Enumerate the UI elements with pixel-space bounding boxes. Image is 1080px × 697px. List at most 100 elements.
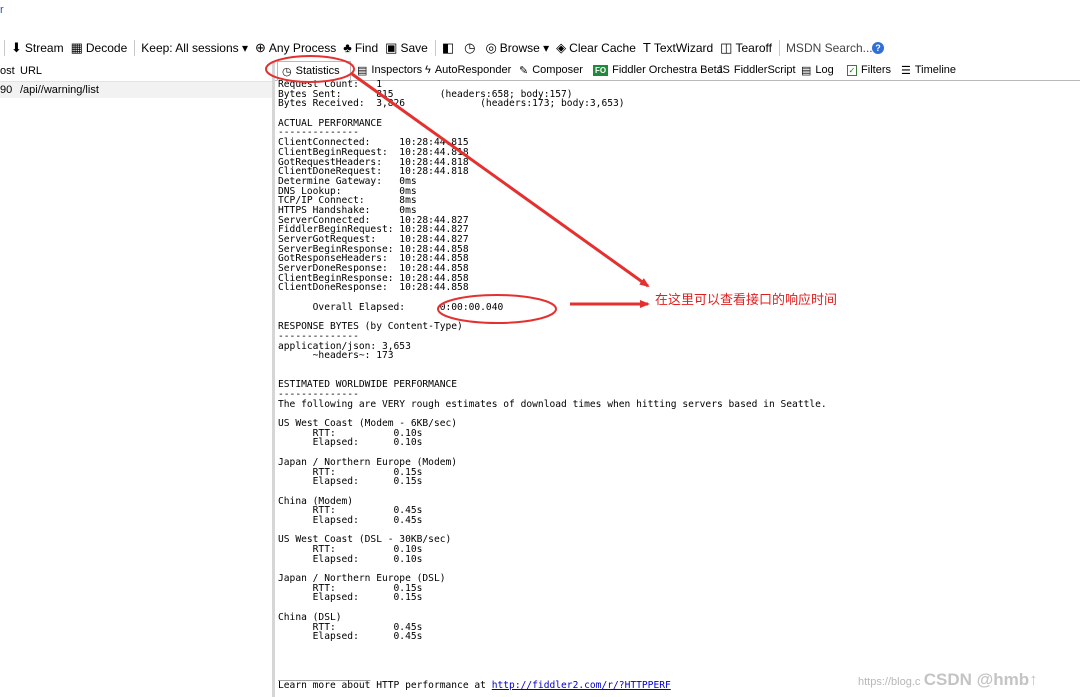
stat-line: Elapsed: 0.45s xyxy=(278,631,423,643)
checkbox-icon: ✓ xyxy=(847,64,858,76)
column-url[interactable]: URL xyxy=(20,65,42,77)
stream-button[interactable]: ⬇ Stream xyxy=(11,41,64,55)
save-button[interactable]: ▣ Save xyxy=(385,41,428,55)
stat-line: RESPONSE BYTES (by Content-Type) xyxy=(278,321,463,333)
statistics-panel: Request Count: 1 Bytes Sent: 815 (headers… xyxy=(278,80,1078,697)
title-strip: r xyxy=(0,0,1080,36)
toolbar-separator xyxy=(778,40,780,56)
timer-button[interactable]: ◷ xyxy=(464,40,478,55)
tab-statistics[interactable]: ◷ Statistics xyxy=(277,61,351,81)
binoculars-icon: ♣ xyxy=(343,40,352,55)
msdn-search-input[interactable]: MSDN Search... xyxy=(786,41,873,55)
stat-line: ESTIMATED WORLDWIDE PERFORMANCE xyxy=(278,379,458,391)
toolbar-separator xyxy=(134,40,136,56)
tab-log-label: Log xyxy=(815,64,834,76)
watermark-site: https://blog.c xyxy=(858,676,921,688)
eraser-icon: ◈ xyxy=(556,40,567,55)
stat-line: Bytes Received: 3,826 (headers:173; body… xyxy=(278,98,625,110)
tearoff-button[interactable]: ◫ Tearoff xyxy=(720,41,772,55)
toolbar-separator xyxy=(434,40,436,56)
stat-line: Elapsed: 0.10s xyxy=(278,553,423,565)
stream-icon: ⬇ xyxy=(11,40,22,55)
tab-log[interactable]: ▤ Log xyxy=(797,61,841,79)
timeline-icon: ☰ xyxy=(901,64,911,77)
tab-inspectors-label: Inspectors xyxy=(371,64,423,76)
crosshair-icon: ⊕ xyxy=(255,40,266,55)
timer-icon: ◷ xyxy=(464,40,476,55)
keep-sessions-label: Keep: All sessions ▾ xyxy=(141,41,249,55)
inspector-tabs: ◷ Statistics ▤ Inspectors ϟ AutoResponder ✎ Com… xyxy=(275,61,1080,81)
stat-line: ACTUAL PERFORMANCE xyxy=(278,117,382,129)
stream-label: Stream xyxy=(24,41,64,55)
title-stub: r xyxy=(0,4,4,16)
script-icon: JS xyxy=(717,64,730,76)
keep-sessions-dropdown[interactable]: Keep: All sessions ▾ xyxy=(141,41,248,55)
fo-icon: FO xyxy=(593,64,609,76)
performance-link[interactable]: http://fiddler2.com/r/?HTTPPERF xyxy=(492,680,671,691)
decode-icon: ▦ xyxy=(70,40,83,55)
decode-label: Decode xyxy=(85,41,128,55)
save-icon: ▣ xyxy=(385,40,398,55)
session-row[interactable]: 90 /api//warning/list xyxy=(0,82,272,98)
stat-line: application/json: 3,653 xyxy=(278,340,411,352)
decode-button[interactable]: ▦ Decode xyxy=(71,41,128,55)
stat-line xyxy=(278,603,1078,613)
screenshot-button[interactable]: ◧ xyxy=(441,40,457,55)
stat-line: ~headers~: 173 xyxy=(278,350,394,362)
tab-autoresponder-label: AutoResponder xyxy=(434,64,512,76)
watermark-brand: CSDN @hmb↑ xyxy=(923,670,1038,689)
textwizard-icon: T xyxy=(642,40,651,55)
camera-icon: ◧ xyxy=(441,40,455,55)
tearoff-icon: ◫ xyxy=(720,40,733,55)
annotation-text: 在这里可以查看接口的响应时间 xyxy=(655,292,838,307)
footer-prefix: Learn more about HTTP performance at xyxy=(278,679,492,691)
textwizard-label: TextWizard xyxy=(653,41,714,55)
stat-line xyxy=(278,487,1078,497)
tab-fiddler-orchestra[interactable]: FO Fiddler Orchestra Beta xyxy=(589,61,723,79)
session-row-host: 90 xyxy=(0,84,13,96)
tab-autoresponder[interactable]: ϟ AutoResponder xyxy=(421,61,513,79)
log-icon: ▤ xyxy=(801,64,812,77)
any-process-label: Any Process xyxy=(268,41,337,55)
session-list-header: ost URL xyxy=(0,61,272,82)
clear-cache-button[interactable]: ◈ Clear Cache xyxy=(556,41,636,55)
textwizard-button[interactable]: T TextWizard xyxy=(643,41,713,55)
stat-line xyxy=(278,642,1078,652)
tab-fiddlerscript-label: FiddlerScript xyxy=(733,64,796,76)
stat-line: Elapsed: 0.45s xyxy=(278,514,423,526)
stat-line: Elapsed: 0.10s xyxy=(278,437,423,449)
main-toolbar: ⬇ Stream ▦ Decode Keep: All sessions ▾ ⊕ Any P… xyxy=(0,37,1080,59)
tab-timeline-label: Timeline xyxy=(914,64,957,76)
tab-composer-label: Composer xyxy=(532,64,583,76)
toolbar-separator xyxy=(4,40,5,56)
session-list: ost URL 90 /api//warning/list xyxy=(0,61,272,697)
stat-line xyxy=(278,652,1078,662)
any-process-button[interactable]: ⊕ Any Process xyxy=(255,41,336,55)
browse-button[interactable]: ◎ Browse ▾ xyxy=(485,41,549,55)
find-label: Find xyxy=(354,41,379,55)
lightning-icon: ϟ xyxy=(425,64,431,76)
tab-fiddler-orchestra-label: Fiddler Orchestra Beta xyxy=(612,64,723,76)
stat-line xyxy=(278,109,1078,119)
tab-inspectors[interactable]: ▤ Inspectors xyxy=(353,61,423,79)
clear-cache-label: Clear Cache xyxy=(569,41,636,55)
tab-fiddlerscript[interactable]: JS FiddlerScript xyxy=(713,61,796,79)
browse-label: Browse ▾ xyxy=(499,41,550,55)
session-row-url: /api//warning/list xyxy=(20,84,99,96)
tab-timeline[interactable]: ☰ Timeline xyxy=(897,61,957,79)
help-icon[interactable]: ? xyxy=(871,42,884,54)
find-button[interactable]: ♣ Find xyxy=(343,41,378,55)
column-host[interactable]: ost xyxy=(0,65,15,77)
watermark: https://blog.c CSDN @hmb↑ xyxy=(858,670,1038,690)
stat-line xyxy=(278,361,1078,371)
pencil-icon: ✎ xyxy=(519,64,529,77)
inspectors-icon: ▤ xyxy=(357,64,368,77)
pane-splitter[interactable] xyxy=(272,61,275,697)
tab-filters[interactable]: ✓ Filters xyxy=(843,61,895,79)
tab-composer[interactable]: ✎ Composer xyxy=(515,61,587,79)
tab-statistics-label: Statistics xyxy=(295,65,340,77)
tab-filters-label: Filters xyxy=(861,64,891,76)
stopwatch-icon: ◷ xyxy=(282,65,292,78)
stat-line: Elapsed: 0.15s xyxy=(278,476,423,488)
stat-line: Elapsed: 0.15s xyxy=(278,592,423,604)
